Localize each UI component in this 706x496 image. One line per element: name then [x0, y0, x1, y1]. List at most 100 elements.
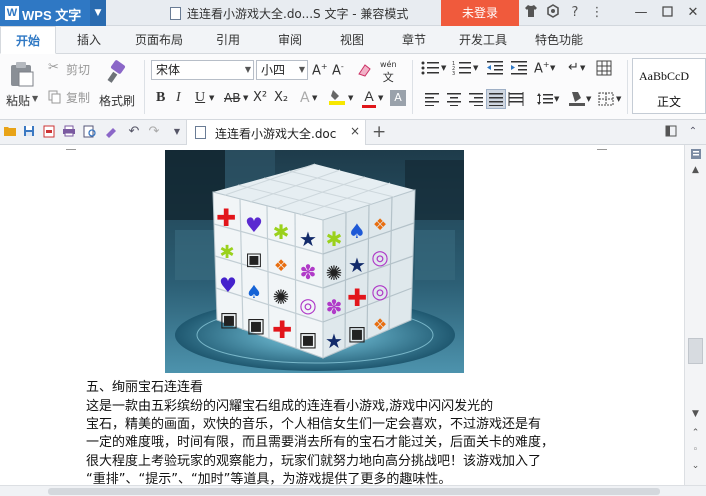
- minimize-icon[interactable]: —: [628, 0, 654, 26]
- tab-insert[interactable]: 插入: [66, 26, 112, 54]
- numbered-dropdown-icon[interactable]: ▼: [473, 64, 478, 72]
- align-right-icon[interactable]: [468, 92, 484, 110]
- save-icon[interactable]: [22, 125, 36, 139]
- distributed-align-icon[interactable]: [508, 92, 524, 110]
- tab-start[interactable]: 开始: [0, 26, 56, 54]
- bullet-list-icon[interactable]: [420, 60, 440, 80]
- underline-dropdown-icon[interactable]: ▼: [209, 94, 214, 102]
- quick-access-dropdown-icon[interactable]: ▼: [170, 125, 184, 139]
- increase-indent-icon[interactable]: [510, 60, 528, 80]
- new-tab-button[interactable]: +: [372, 122, 386, 142]
- change-case-icon[interactable]: A+: [534, 60, 550, 76]
- highlight-icon[interactable]: [328, 88, 346, 110]
- tab-page-layout[interactable]: 页面布局: [128, 26, 190, 54]
- next-page-icon[interactable]: ⌄: [688, 459, 703, 473]
- print-preview-icon[interactable]: [83, 125, 97, 139]
- borders-icon[interactable]: [598, 92, 614, 110]
- superscript-button[interactable]: X²: [253, 90, 267, 105]
- paragraph-mark-dropdown-icon[interactable]: ▼: [580, 64, 585, 72]
- export-pdf-icon[interactable]: [42, 125, 56, 139]
- italic-button[interactable]: I: [176, 90, 181, 106]
- font-color-dropdown-icon[interactable]: ▼: [378, 94, 383, 102]
- clear-format-icon[interactable]: [356, 62, 372, 82]
- paste-dropdown-icon[interactable]: ▼: [32, 94, 38, 103]
- scroll-up-icon[interactable]: ▲: [688, 163, 703, 177]
- copy-icon: [48, 90, 61, 104]
- document-tab[interactable]: 连连看小游戏大全.doc ×: [186, 120, 366, 145]
- svg-text:✱: ✱: [273, 220, 290, 244]
- cut-button[interactable]: ✂ 剪切: [48, 60, 96, 78]
- brand-icon[interactable]: [544, 4, 562, 22]
- previous-page-icon[interactable]: ⌃: [688, 426, 703, 440]
- copy-button[interactable]: 复制: [48, 88, 96, 106]
- tab-review[interactable]: 审阅: [270, 26, 310, 54]
- tab-view[interactable]: 视图: [332, 26, 372, 54]
- paste-button[interactable]: 粘贴 ▼: [4, 58, 40, 112]
- font-color-button[interactable]: A: [360, 88, 378, 108]
- paste-label: 粘贴: [6, 94, 31, 108]
- collapse-ribbon-icon[interactable]: ⌃: [686, 125, 700, 139]
- subscript-button[interactable]: X₂: [274, 90, 288, 105]
- tab-special-features[interactable]: 特色功能: [528, 26, 590, 54]
- grow-font-icon[interactable]: A+: [312, 62, 328, 78]
- char-shading-icon[interactable]: A: [390, 90, 406, 106]
- panel-toggle-icon[interactable]: [664, 125, 678, 139]
- line-spacing-dropdown-icon[interactable]: ▼: [554, 95, 559, 103]
- borders-dropdown-icon[interactable]: ▼: [616, 95, 621, 103]
- more-icon[interactable]: ⋮: [588, 4, 606, 22]
- font-name-value: 宋体: [156, 63, 181, 77]
- text-effect-dropdown-icon[interactable]: ▼: [312, 94, 317, 102]
- redo-icon[interactable]: ↷: [147, 125, 161, 139]
- open-folder-icon[interactable]: [3, 125, 17, 139]
- vertical-scrollbar[interactable]: ▲ ▼ ⌃ ◦ ⌄: [684, 145, 706, 485]
- phonetic-guide-icon[interactable]: wén 文: [380, 61, 397, 85]
- format-painter-button[interactable]: 格式刷: [96, 58, 138, 112]
- scroll-thumb[interactable]: [688, 338, 703, 364]
- mahjong-cube-image: ✚ ♥ ✱ ★ ✱ ▣ ❖ ✽ ♥ ♠ ✺ ◎ ▣ ▣ ✚ ▣ ✱ ♠ ❖ ✺ …: [165, 150, 464, 373]
- shading-dropdown-icon[interactable]: ▼: [586, 95, 591, 103]
- tab-developer[interactable]: 开发工具: [452, 26, 514, 54]
- login-button[interactable]: 未登录: [441, 0, 519, 26]
- underline-button[interactable]: U: [195, 90, 205, 106]
- close-tab-icon[interactable]: ×: [350, 124, 360, 138]
- horizontal-scrollbar[interactable]: [0, 485, 706, 496]
- paragraph-mark-icon[interactable]: ↵: [568, 60, 579, 75]
- shrink-font-icon[interactable]: A-: [332, 62, 344, 78]
- change-case-dropdown-icon[interactable]: ▼: [550, 64, 555, 72]
- bold-button[interactable]: B: [156, 90, 165, 106]
- style-normal-tile[interactable]: AaBbCcD 正文: [632, 58, 706, 114]
- document-canvas[interactable]: ✚ ♥ ✱ ★ ✱ ▣ ❖ ✽ ♥ ♠ ✺ ◎ ▣ ▣ ✚ ▣ ✱ ♠ ❖ ✺ …: [0, 145, 684, 485]
- chevron-down-icon[interactable]: ▼: [90, 0, 106, 26]
- close-icon[interactable]: ✕: [680, 0, 706, 26]
- navigation-icon[interactable]: [688, 148, 703, 162]
- shirt-icon[interactable]: [522, 4, 540, 22]
- format-brush-small-icon[interactable]: [104, 125, 118, 139]
- decrease-indent-icon[interactable]: [486, 60, 504, 80]
- numbered-list-icon[interactable]: 123: [452, 60, 472, 80]
- app-menu-button[interactable]: W WPS 文字 ▼: [0, 0, 106, 26]
- ribbon-separator: [412, 60, 413, 114]
- tab-references[interactable]: 引用: [208, 26, 248, 54]
- print-icon[interactable]: [62, 125, 76, 139]
- line-spacing-icon[interactable]: [536, 92, 554, 110]
- select-browse-object-icon[interactable]: ◦: [688, 443, 703, 457]
- text-effect-icon[interactable]: A: [300, 90, 310, 106]
- strikethrough-dropdown-icon[interactable]: ▼: [243, 94, 248, 102]
- font-size-select[interactable]: 小四 ▼: [256, 60, 308, 80]
- align-center-icon[interactable]: [446, 92, 462, 110]
- tab-chapter[interactable]: 章节: [394, 26, 434, 54]
- font-name-select[interactable]: 宋体 ▼: [151, 60, 254, 80]
- undo-icon[interactable]: ↶: [127, 125, 141, 139]
- help-icon[interactable]: ?: [566, 4, 584, 22]
- maximize-icon[interactable]: [654, 0, 680, 26]
- align-left-icon[interactable]: [424, 92, 440, 110]
- strikethrough-button[interactable]: AB: [224, 91, 240, 105]
- table-icon[interactable]: [596, 60, 612, 80]
- scroll-down-icon[interactable]: ▼: [688, 407, 703, 421]
- paragraph-line: 很大程度上考验玩家的观察能力，玩家们就努力地向高分挑战吧！该游戏加入了: [86, 454, 542, 469]
- shading-icon[interactable]: [568, 89, 586, 111]
- highlight-dropdown-icon[interactable]: ▼: [348, 94, 353, 102]
- scroll-thumb[interactable]: [48, 488, 660, 495]
- align-justify-icon[interactable]: [486, 89, 506, 109]
- bullet-dropdown-icon[interactable]: ▼: [441, 64, 446, 72]
